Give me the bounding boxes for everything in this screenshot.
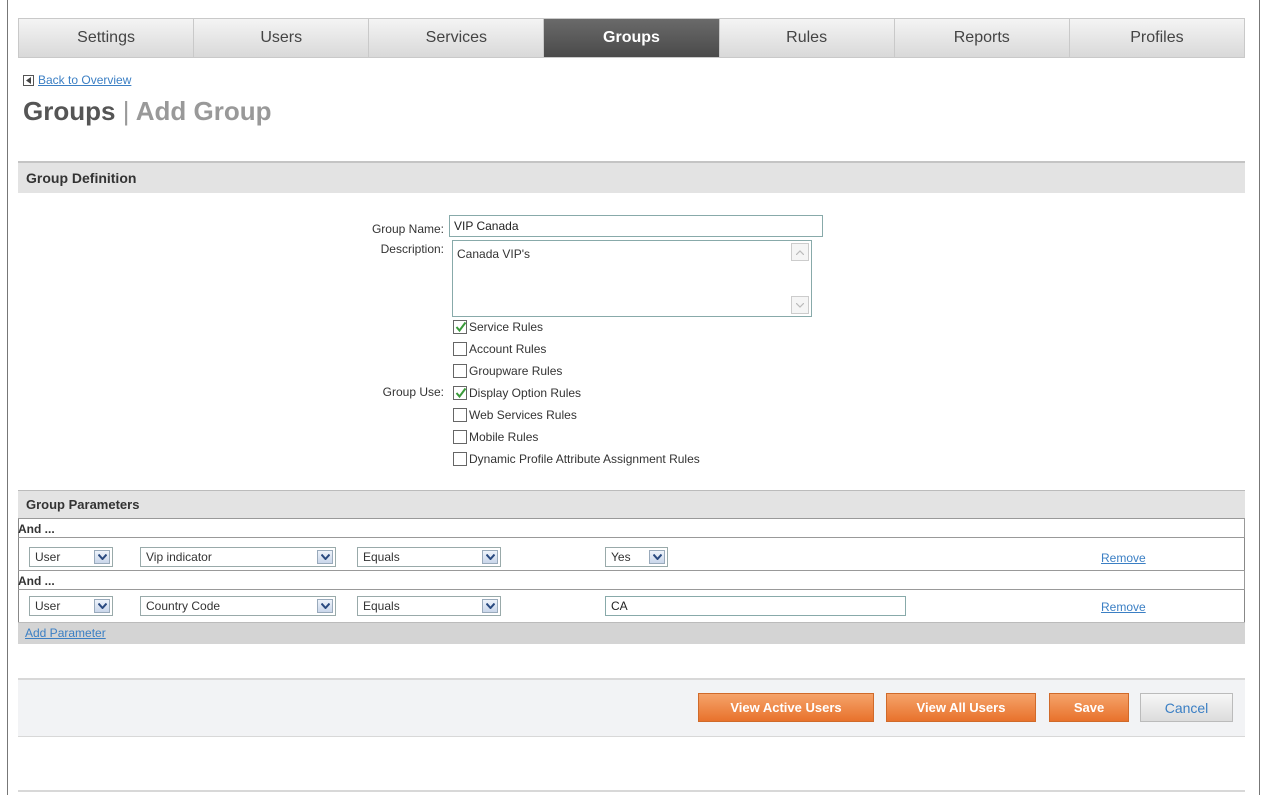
group-use-option-mobile-rules[interactable]: Mobile Rules: [453, 430, 538, 444]
page-title-main: Groups: [23, 96, 116, 126]
description-textarea[interactable]: Canada VIP's: [452, 240, 812, 317]
param-operator-select[interactable]: Equals: [357, 547, 501, 567]
group-use-option-groupware-rules[interactable]: Groupware Rules: [453, 364, 562, 378]
back-to-overview-link[interactable]: Back to Overview: [38, 73, 131, 87]
chevron-down-icon: [94, 550, 110, 564]
group-use-option-account-rules[interactable]: Account Rules: [453, 342, 546, 356]
tab-services[interactable]: Services: [369, 19, 545, 57]
group-use-option-label: Mobile Rules: [469, 430, 539, 444]
page-title-sub: Add Group: [135, 96, 272, 126]
description-value: Canada VIP's: [457, 247, 531, 261]
group-use-checkbox[interactable]: [453, 386, 467, 400]
param-attribute-select[interactable]: Country Code: [140, 596, 336, 616]
chevron-down-icon: [317, 599, 333, 613]
param-value-select[interactable]: Yes: [605, 547, 668, 567]
group-parameters-footer: [18, 622, 1245, 644]
param-source-value: User: [35, 599, 61, 613]
add-parameter-link[interactable]: Add Parameter: [25, 626, 106, 640]
scroll-up-icon[interactable]: [791, 243, 809, 261]
main-nav-tabs: Settings Users Services Groups Rules Rep…: [18, 18, 1245, 58]
view-active-users-button[interactable]: View Active Users: [698, 693, 874, 722]
page-title: Groups | Add Group: [23, 96, 271, 127]
and-label-1: And ...: [18, 522, 55, 536]
cancel-button[interactable]: Cancel: [1140, 693, 1233, 722]
group-name-label: Group Name:: [371, 222, 444, 236]
group-use-option-dynamic-profile-attribute-assignment-rules[interactable]: Dynamic Profile Attribute Assignment Rul…: [453, 452, 700, 466]
group-use-checkbox[interactable]: [453, 320, 467, 334]
group-parameters-heading: Group Parameters: [18, 490, 1245, 518]
tab-profiles[interactable]: Profiles: [1069, 19, 1244, 57]
param-attribute-value: Country Code: [146, 599, 221, 613]
description-label: Description:: [380, 242, 444, 256]
scroll-down-icon[interactable]: [791, 296, 809, 314]
chevron-down-icon: [649, 550, 665, 564]
group-name-value: VIP Canada: [454, 219, 519, 233]
tab-users[interactable]: Users: [194, 19, 370, 57]
chevron-down-icon: [317, 550, 333, 564]
tab-rules[interactable]: Rules: [719, 19, 895, 57]
tab-settings[interactable]: Settings: [19, 19, 195, 57]
group-name-input[interactable]: VIP Canada: [449, 215, 823, 237]
remove-parameter-link[interactable]: Remove: [1101, 600, 1146, 614]
group-parameters-heading-text: Group Parameters: [26, 497, 140, 512]
group-use-checkbox[interactable]: [453, 430, 467, 444]
group-use-option-web-services-rules[interactable]: Web Services Rules: [453, 408, 577, 422]
group-use-option-label: Groupware Rules: [469, 364, 563, 378]
bottom-divider: [18, 790, 1245, 792]
group-use-option-label: Web Services Rules: [469, 408, 577, 422]
and-label-2: And ...: [18, 574, 55, 588]
back-to-overview[interactable]: Back to Overview: [23, 73, 131, 87]
group-use-option-label: Dynamic Profile Attribute Assignment Rul…: [469, 452, 700, 466]
param-source-select[interactable]: User: [29, 596, 113, 616]
remove-parameter-link[interactable]: Remove: [1101, 551, 1146, 565]
checkmark-icon: [455, 387, 467, 399]
and-row-1: [18, 518, 1245, 538]
group-use-option-label: Account Rules: [469, 342, 547, 356]
param-source-select[interactable]: User: [29, 547, 113, 567]
checkmark-icon: [455, 321, 467, 333]
group-use-label: Group Use:: [382, 385, 444, 399]
param-operator-value: Equals: [363, 550, 400, 564]
tab-groups[interactable]: Groups: [544, 19, 720, 57]
param-operator-value: Equals: [363, 599, 400, 613]
param-value-text: CA: [611, 599, 628, 613]
and-row-2: [18, 570, 1245, 590]
group-use-checkbox[interactable]: [453, 364, 467, 378]
group-use-option-label: Service Rules: [469, 320, 544, 334]
back-arrow-icon[interactable]: [23, 74, 34, 86]
param-value-input[interactable]: CA: [605, 596, 906, 616]
view-all-users-button[interactable]: View All Users: [886, 693, 1036, 722]
group-definition-heading: Group Definition: [18, 161, 1245, 193]
page-title-separator: |: [122, 96, 130, 126]
param-attribute-select[interactable]: Vip indicator: [140, 547, 336, 567]
group-use-option-service-rules[interactable]: Service Rules: [453, 320, 543, 334]
group-use-checkbox[interactable]: [453, 408, 467, 422]
param-operator-select[interactable]: Equals: [357, 596, 501, 616]
description-scrollbar[interactable]: [791, 243, 809, 314]
group-use-option-label: Display Option Rules: [469, 386, 582, 400]
group-use-checkbox[interactable]: [453, 342, 467, 356]
param-attribute-value: Vip indicator: [146, 550, 212, 564]
save-button[interactable]: Save: [1049, 693, 1129, 722]
chevron-down-icon: [482, 599, 498, 613]
param-value-value: Yes: [611, 550, 631, 564]
group-use-option-display-option-rules[interactable]: Display Option Rules: [453, 386, 581, 400]
param-source-value: User: [35, 550, 61, 564]
tab-reports[interactable]: Reports: [894, 19, 1070, 57]
group-use-checkbox[interactable]: [453, 452, 467, 466]
chevron-down-icon: [94, 599, 110, 613]
chevron-down-icon: [482, 550, 498, 564]
group-definition-heading-text: Group Definition: [26, 170, 137, 186]
